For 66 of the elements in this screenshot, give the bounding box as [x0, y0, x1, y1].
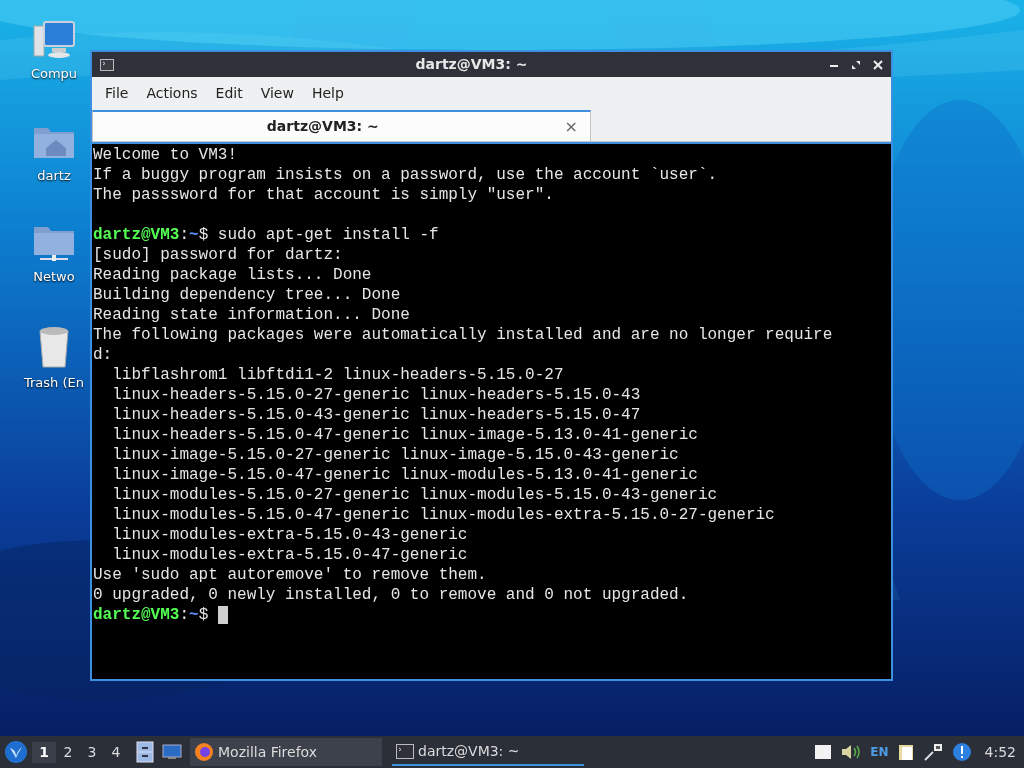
- terminal-line: Building dependency tree... Done: [93, 285, 401, 305]
- workspace-button[interactable]: 4: [104, 741, 128, 763]
- terminal-line: The passsword for that account is simply "user".: [93, 185, 554, 205]
- terminal-line: linux-image-5.15.0-27-generic linux-image-5.15.0-43-generic: [111, 445, 679, 465]
- terminal-icon: [100, 58, 114, 71]
- prompt-user-host: dartz@VM3: [93, 225, 180, 245]
- tab-close-button[interactable]: ×: [552, 114, 590, 139]
- monitor-icon[interactable]: [162, 744, 182, 760]
- workspace-button[interactable]: 2: [56, 741, 80, 763]
- menu-item[interactable]: Actions: [137, 82, 207, 104]
- terminal-line: linux-modules-5.15.0-47-generic linux-modules-extra-5.15.0-27-generic: [111, 505, 775, 525]
- clipboard-icon[interactable]: [897, 743, 914, 761]
- close-icon[interactable]: [873, 59, 883, 70]
- desktop-icon-label[interactable]: Netwo: [33, 267, 75, 287]
- window-title: dartz@VM3: ~: [414, 55, 529, 74]
- clock[interactable]: 4:52: [984, 741, 1016, 763]
- speaker-icon[interactable]: [841, 744, 862, 760]
- desktop-icon-label[interactable]: dartz: [37, 165, 71, 185]
- terminal-output[interactable]: [92, 142, 891, 679]
- desktop-icon-label[interactable]: Trash (En: [24, 372, 84, 392]
- terminal-line: Use 'sudo apt autoremove' to remove them.: [93, 565, 487, 585]
- terminal-line: Reading state information... Done: [93, 305, 410, 325]
- task-label: Mozilla Firefox: [218, 742, 318, 762]
- terminal-line: 0 upgraded, 0 newly installed, 0 to remove and 0 not upgraded.: [93, 585, 689, 605]
- prompt-sign: $: [198, 225, 209, 245]
- prompt-separator: :: [179, 605, 190, 625]
- alert-icon[interactable]: [951, 742, 972, 762]
- terminal-line: [sudo] password for dartz:: [93, 245, 343, 265]
- file-cabinet-icon[interactable]: [136, 741, 154, 763]
- start-menu-icon[interactable]: [4, 740, 28, 764]
- browser-icon: [194, 742, 214, 762]
- prompt-path: ~: [189, 605, 199, 625]
- terminal-line: linux-headers-5.15.0-47-generic linux-image-5.13.0-41-generic: [111, 425, 698, 445]
- taskbar-task-button[interactable]: Mozilla Firefox: [190, 738, 382, 766]
- terminal-icon: [396, 743, 414, 759]
- prompt-path: ~: [189, 225, 199, 245]
- terminal-line: linux-headers-5.15.0-43-generic linux-headers-5.15.0-47: [111, 405, 641, 425]
- prompt-sign: $: [198, 605, 209, 625]
- terminal-line: linux-modules-extra-5.15.0-47-generic: [111, 545, 468, 565]
- menu-item[interactable]: File: [96, 82, 138, 104]
- terminal-line: linux-image-5.15.0-47-generic linux-modules-5.13.0-41-generic: [111, 465, 698, 485]
- menu-item[interactable]: Help: [302, 82, 353, 104]
- terminal-tab[interactable]: dartz@VM3: ~ ×: [92, 110, 591, 141]
- terminal-line: Reading package lists... Done: [93, 265, 372, 285]
- keyboard-layout-indicator[interactable]: EN: [870, 743, 889, 761]
- workspace-button[interactable]: 1: [32, 741, 56, 763]
- task-label: dartz@VM3: ~: [418, 741, 520, 761]
- terminal-line: The following packages were automatically installed and are no longer require: [93, 325, 833, 345]
- maximize-icon[interactable]: [851, 59, 861, 70]
- prompt-separator: :: [179, 225, 190, 245]
- prompt-user-host: dartz@VM3: [93, 605, 180, 625]
- terminal-line: linux-headers-5.15.0-27-generic linux-headers-5.15.0-43: [111, 385, 641, 405]
- computer-icon: [32, 20, 76, 60]
- terminal-line: Welcome to VM3!: [93, 145, 238, 165]
- terminal-command: sudo apt-get install -f: [217, 225, 439, 245]
- terminal-line: If a buggy program insists on a password, use the account `user`.: [93, 165, 718, 185]
- taskbar-task-button[interactable]: dartz@VM3: ~: [392, 738, 584, 766]
- network-icon[interactable]: [922, 743, 943, 761]
- terminal-line: d:: [93, 345, 113, 365]
- menu-item[interactable]: Edit: [206, 82, 252, 104]
- terminal-line: linux-modules-extra-5.15.0-43-generic: [111, 525, 468, 545]
- menu-item[interactable]: View: [251, 82, 303, 104]
- terminal-line: linux-modules-5.15.0-27-generic linux-modules-5.15.0-43-generic: [111, 485, 718, 505]
- terminal-line: libflashrom1 libftdi1-2 linux-headers-5.15.0-27: [111, 365, 564, 385]
- tab-label: dartz@VM3: ~: [265, 117, 380, 136]
- workspace-button[interactable]: 3: [80, 741, 104, 763]
